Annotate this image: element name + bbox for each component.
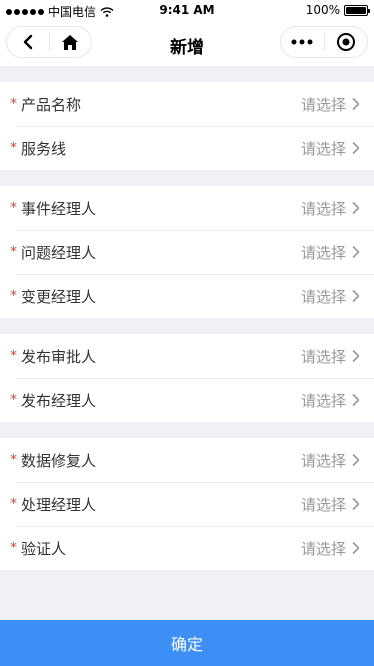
- field-placeholder: 请选择: [300, 539, 346, 558]
- chevron-right-icon: [352, 142, 360, 154]
- required-mark: *: [10, 140, 17, 156]
- form-group: * 事件经理人 请选择 * 问题经理人 请选择 * 变更经理人 请选择: [0, 186, 374, 318]
- required-mark: *: [10, 348, 17, 364]
- form-group: * 数据修复人 请选择 * 处理经理人 请选择 * 验证人 请选择: [0, 438, 374, 570]
- field-placeholder: 请选择: [300, 495, 346, 514]
- field-placeholder: 请选择: [300, 287, 346, 306]
- field-label: 服务线: [21, 139, 67, 158]
- required-mark: *: [10, 96, 17, 112]
- field-label: 处理经理人: [21, 495, 97, 514]
- status-right: 100%: [305, 3, 370, 17]
- chevron-right-icon: [352, 246, 360, 258]
- field-placeholder: 请选择: [300, 347, 346, 366]
- confirm-button[interactable]: 确定: [0, 620, 374, 666]
- required-mark: *: [10, 392, 17, 408]
- field-label: 事件经理人: [21, 199, 97, 218]
- form-content: * 产品名称 请选择 * 服务线 请选择 * 事件经理人 请选择 * 问题经理人 请选择 * 变更经理人请…: [0, 66, 374, 570]
- field-label: 数据修复人: [21, 451, 97, 470]
- field-label: 发布审批人: [21, 347, 97, 366]
- nav-right-capsule: [280, 26, 368, 58]
- form-group: * 产品名称 请选择 * 服务线 请选择: [0, 82, 374, 170]
- battery-icon: [344, 4, 370, 16]
- form-row-select[interactable]: * 事件经理人 请选择: [0, 186, 374, 230]
- required-mark: *: [10, 496, 17, 512]
- field-label: 发布经理人: [21, 391, 97, 410]
- form-row-select[interactable]: * 数据修复人 请选择: [0, 438, 374, 482]
- form-row-select[interactable]: * 问题经理人 请选择: [0, 230, 374, 274]
- chevron-right-icon: [352, 498, 360, 510]
- required-mark: *: [10, 288, 17, 304]
- required-mark: *: [10, 540, 17, 556]
- more-button[interactable]: [281, 27, 324, 57]
- required-mark: *: [10, 452, 17, 468]
- field-placeholder: 请选择: [300, 391, 346, 410]
- form-row-select[interactable]: * 处理经理人 请选择: [0, 482, 374, 526]
- field-placeholder: 请选择: [300, 243, 346, 262]
- required-mark: *: [10, 244, 17, 260]
- form-group: * 发布审批人 请选择 * 发布经理人 请选择: [0, 334, 374, 422]
- chevron-right-icon: [352, 290, 360, 302]
- field-label: 问题经理人: [21, 243, 97, 262]
- chevron-right-icon: [352, 202, 360, 214]
- status-bar: 中国电信 9:41 AM 100%: [0, 0, 374, 20]
- chevron-right-icon: [352, 454, 360, 466]
- more-icon: [291, 39, 313, 45]
- target-icon: [336, 33, 355, 51]
- field-placeholder: 请选择: [300, 451, 346, 470]
- field-label: 变更经理人: [21, 287, 97, 306]
- form-row-select[interactable]: * 服务线 请选择: [0, 126, 374, 170]
- field-label: 产品名称: [21, 95, 82, 114]
- chevron-right-icon: [352, 394, 360, 406]
- form-row-select[interactable]: * 发布经理人 请选择: [0, 378, 374, 422]
- field-placeholder: 请选择: [300, 139, 346, 158]
- chevron-right-icon: [352, 98, 360, 110]
- form-row-select[interactable]: * 产品名称 请选择: [0, 82, 374, 126]
- chevron-right-icon: [352, 350, 360, 362]
- form-row-select[interactable]: * 验证人 请选择: [0, 526, 374, 570]
- form-row-select[interactable]: * 变更经理人 请选择: [0, 274, 374, 318]
- field-placeholder: 请选择: [300, 199, 346, 218]
- chevron-right-icon: [352, 542, 360, 554]
- battery-percent: 100%: [305, 3, 340, 17]
- form-row-select[interactable]: * 发布审批人 请选择: [0, 334, 374, 378]
- field-placeholder: 请选择: [300, 95, 346, 114]
- close-miniprogram-button[interactable]: [325, 27, 368, 57]
- required-mark: *: [10, 200, 17, 216]
- nav-bar: 新增: [0, 20, 374, 66]
- field-label: 验证人: [21, 539, 67, 558]
